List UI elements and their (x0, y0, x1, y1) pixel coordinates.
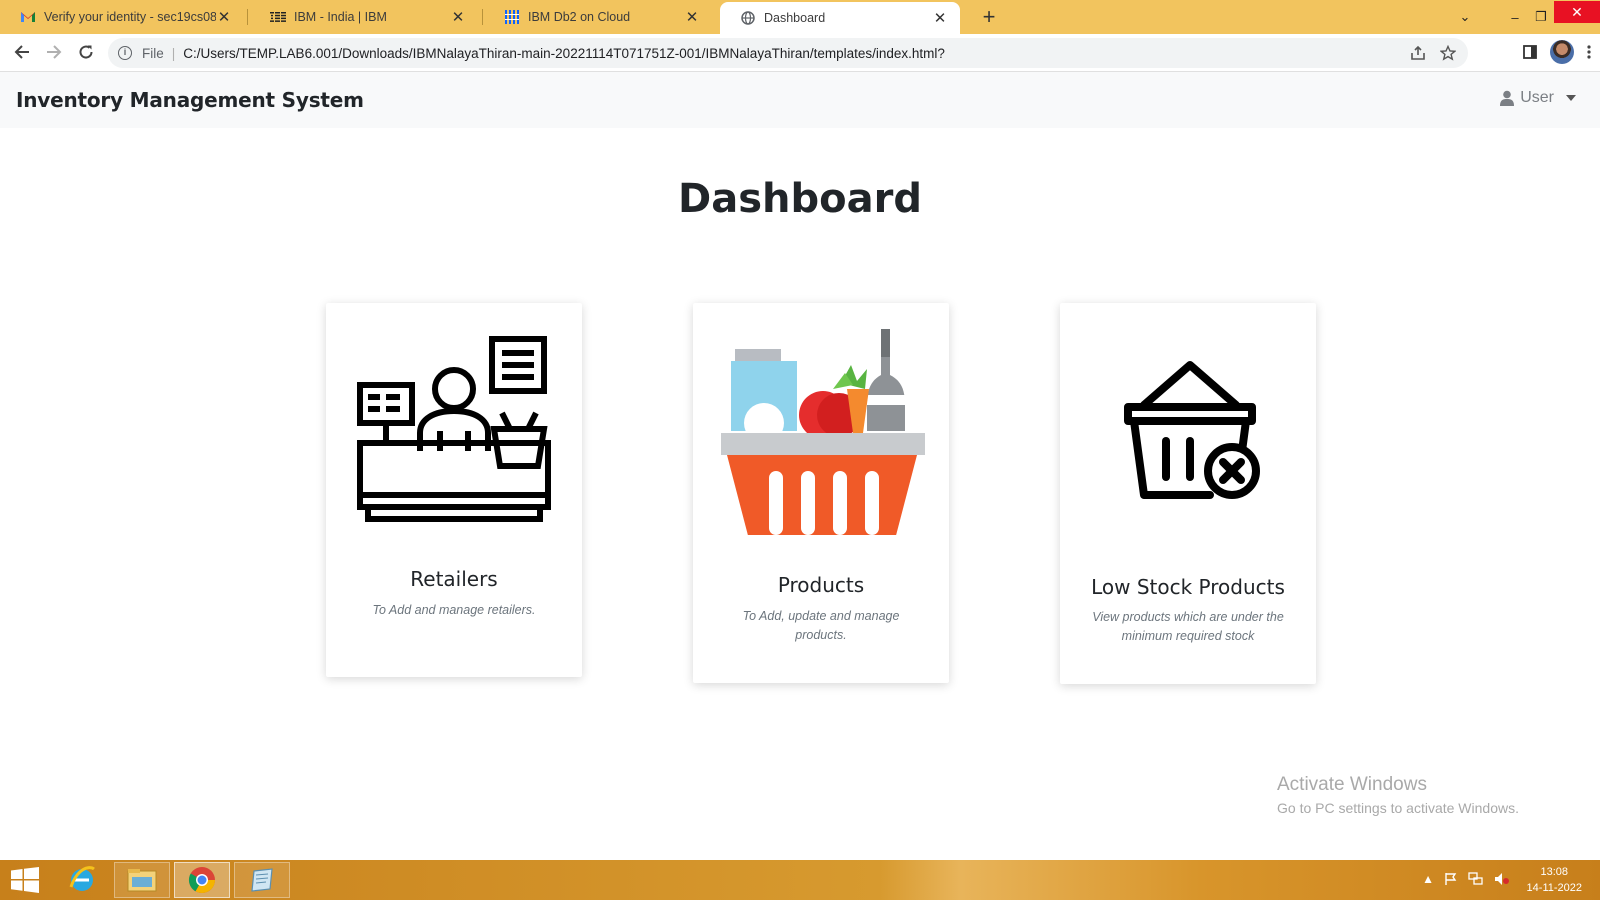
card-title: Retailers (410, 567, 498, 591)
taskbar-ie[interactable] (54, 862, 110, 898)
kebab-menu-icon[interactable] (1586, 44, 1592, 60)
action-center-flag-icon[interactable] (1444, 872, 1458, 886)
back-arrow-icon (14, 45, 29, 59)
close-tab-icon[interactable]: ✕ (684, 8, 700, 26)
system-tray: ▲ (1422, 872, 1510, 886)
show-hidden-icons-icon[interactable]: ▲ (1422, 872, 1434, 886)
tab-divider (482, 9, 483, 25)
window-controls: ⌄ – ❐ ✕ (1452, 0, 1600, 34)
user-dropdown[interactable]: User (1500, 89, 1576, 107)
activate-windows-watermark: Activate Windows Go to PC settings to ac… (1277, 774, 1519, 816)
chrome-icon (188, 867, 216, 894)
db2-icon (504, 9, 520, 25)
clock-time: 13:08 (1540, 866, 1569, 878)
cashier-icon (357, 336, 551, 522)
volume-muted-icon[interactable] (1494, 872, 1510, 886)
tab-search-icon[interactable]: ⌄ (1452, 9, 1478, 25)
folder-icon (127, 869, 157, 892)
side-panel-icon[interactable] (1522, 44, 1538, 60)
share-icon[interactable] (1410, 45, 1426, 61)
address-bar[interactable]: i File | C:/Users/TEMP.LAB6.001/Download… (108, 38, 1468, 68)
clock-date: 14-11-2022 (1526, 882, 1582, 894)
tab-gmail[interactable]: Verify your identity - sec19cs080( ✕ (0, 0, 244, 34)
close-tab-icon[interactable]: ✕ (932, 9, 948, 27)
url-text[interactable]: C:/Users/TEMP.LAB6.001/Downloads/IBMNala… (183, 46, 945, 61)
back-button[interactable] (10, 42, 34, 66)
retailers-card[interactable]: Retailers To Add and manage retailers. (326, 303, 582, 677)
tab-divider (247, 9, 248, 25)
taskbar-file-explorer[interactable] (114, 862, 170, 898)
card-title: Products (777, 573, 865, 597)
user-label: User (1520, 89, 1554, 106)
products-card[interactable]: Products To Add, update and manage produ… (693, 303, 949, 683)
watermark-title: Activate Windows (1277, 774, 1427, 795)
user-icon (1500, 90, 1515, 106)
tab-title: IBM - India | IBM (294, 10, 387, 24)
url-scheme: File (142, 45, 164, 61)
new-tab-button[interactable]: + (976, 4, 1002, 30)
network-icon[interactable] (1468, 872, 1484, 886)
site-info-icon[interactable]: i (118, 46, 132, 60)
basket-remove-icon (1124, 361, 1260, 499)
reload-icon (79, 45, 93, 59)
taskbar-chrome[interactable] (174, 862, 230, 898)
card-title: Low Stock Products (1091, 575, 1285, 599)
taskbar-app[interactable] (234, 862, 290, 898)
url-divider: | (171, 45, 176, 61)
tab-title: Dashboard (764, 11, 826, 25)
chevron-down-icon (1566, 95, 1576, 101)
taskbar-clock[interactable]: 13:08 14-11-2022 (1527, 864, 1582, 896)
minimize-button[interactable]: – (1502, 10, 1528, 25)
close-window-button[interactable]: ✕ (1554, 1, 1600, 23)
grocery-basket-icon (721, 329, 925, 535)
card-description: To Add and manage retailers. (372, 603, 536, 617)
tab-ibm[interactable]: IBM - India | IBM ✕ (250, 0, 478, 34)
low-stock-card[interactable]: Low Stock Products View products which a… (1060, 303, 1316, 684)
app-navbar: Inventory Management System User (0, 72, 1600, 128)
restore-button[interactable]: ❐ (1528, 9, 1554, 25)
tab-title: IBM Db2 on Cloud (528, 10, 631, 24)
tab-title: Verify your identity - sec19cs080( (44, 10, 216, 24)
notepad-icon (251, 868, 273, 892)
windows-taskbar: ▲ 13:08 14-11-2022 (0, 860, 1600, 900)
close-tab-icon[interactable]: ✕ (450, 8, 466, 26)
reload-button[interactable] (74, 42, 98, 66)
tab-dashboard[interactable]: Dashboard ✕ (720, 2, 960, 34)
toolbar-actions (1522, 40, 1592, 64)
browser-toolbar: i File | C:/Users/TEMP.LAB6.001/Download… (0, 34, 1600, 72)
start-button[interactable] (0, 862, 50, 898)
ibm-icon (270, 9, 286, 25)
profile-avatar[interactable] (1550, 40, 1574, 64)
page-title: Dashboard (678, 176, 922, 222)
card-description: To Add, update and manage products. (742, 609, 900, 642)
close-tab-icon[interactable]: ✕ (216, 8, 232, 26)
gmail-icon (20, 9, 36, 25)
watermark-subtitle: Go to PC settings to activate Windows. (1277, 800, 1519, 816)
internet-explorer-icon (69, 866, 95, 891)
browser-tab-strip: Verify your identity - sec19cs080( ✕ IBM… (0, 0, 1600, 34)
tab-db2[interactable]: IBM Db2 on Cloud ✕ (484, 0, 712, 34)
app-brand[interactable]: Inventory Management System (16, 88, 364, 112)
globe-icon (740, 10, 756, 26)
card-description: View products which are under the minimu… (1092, 610, 1284, 643)
bookmark-star-icon[interactable] (1440, 45, 1456, 61)
windows-logo-icon (11, 867, 39, 893)
forward-button[interactable] (42, 42, 66, 66)
forward-arrow-icon (47, 45, 62, 59)
